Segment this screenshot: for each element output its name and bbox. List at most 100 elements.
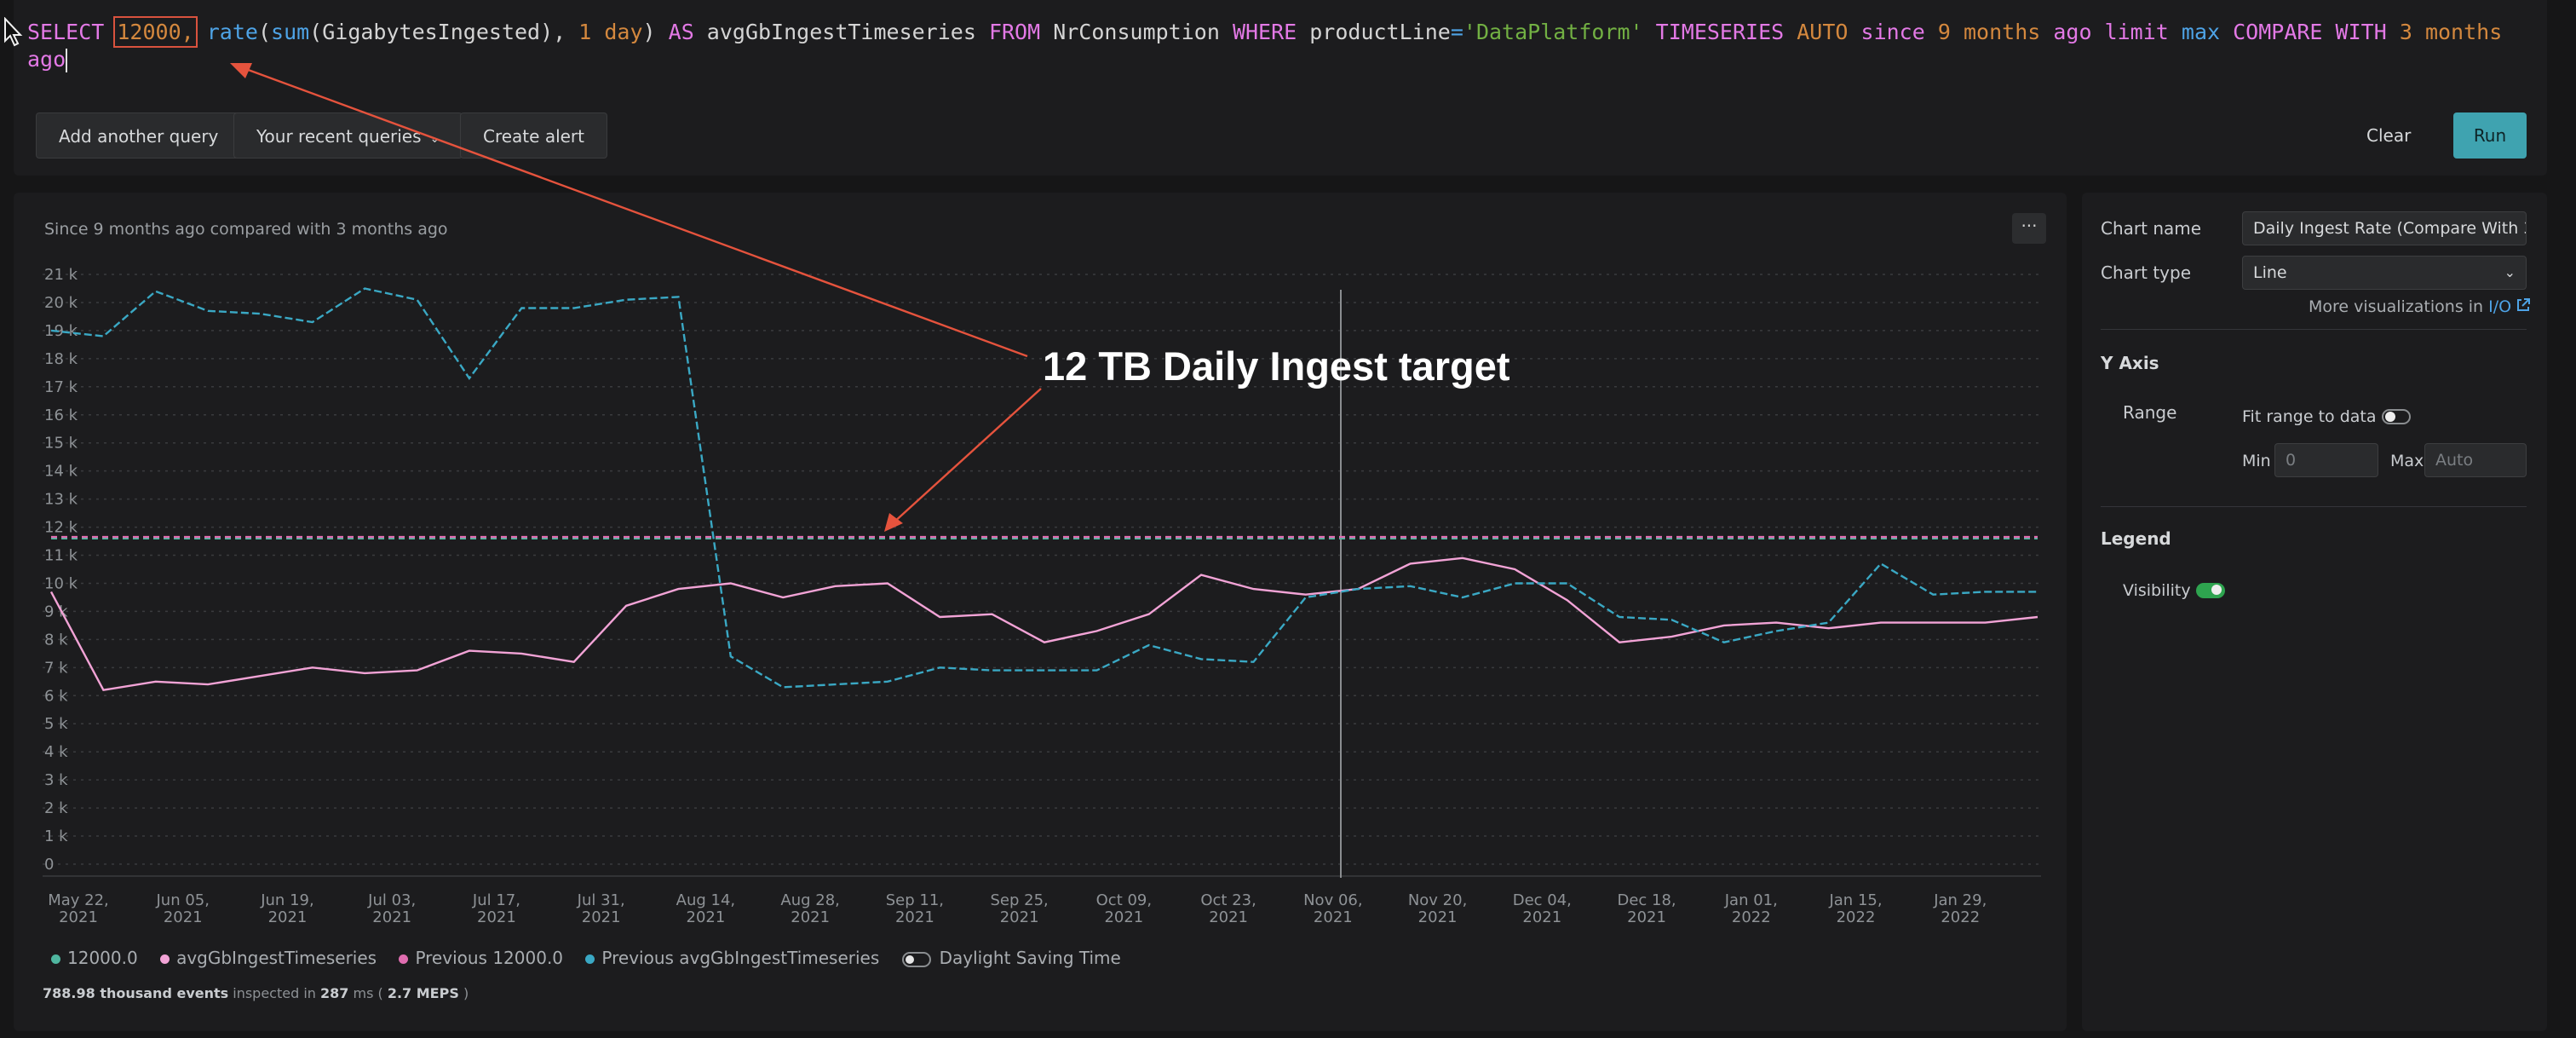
x-tick-label: Jul 17, [472, 891, 520, 909]
divider [2101, 329, 2527, 330]
x-tick-label: Dec 04, [1513, 891, 1572, 909]
events-ms: 287 [320, 985, 349, 1001]
dst-label: Daylight Saving Time [939, 948, 1121, 968]
x-tick-label: Dec 18, [1617, 891, 1676, 909]
x-tick-label-year: 2021 [1104, 908, 1143, 926]
events-inspected: 788.98 thousand events inspected in 287 … [43, 985, 469, 1001]
events-text: ) [458, 985, 469, 1001]
events-rate: 2.7 MEPS [387, 985, 459, 1001]
y-tick-label: 0 [44, 856, 54, 874]
max-label: Max [2390, 452, 2424, 470]
y-tick-label: 15 k [44, 435, 78, 453]
fit-range-toggle[interactable] [2382, 409, 2411, 424]
chart-legend: 12000.0 avgGbIngestTimeseries Previous 1… [51, 948, 1138, 968]
annotation-label: 12 TB Daily Ingest target [1043, 343, 1510, 389]
x-tick-label-year: 2021 [791, 908, 830, 926]
y-tick-label: 17 k [44, 378, 78, 396]
divider [2101, 506, 2527, 507]
chart-type-value: Line [2253, 263, 2287, 282]
dst-toggle[interactable] [901, 951, 931, 967]
y-tick-label: 1 k [44, 828, 68, 845]
x-tick-label-year: 2021 [687, 908, 726, 926]
more-visualizations-text: More visualizations in I/O [2309, 297, 2532, 316]
x-tick-label: Aug 14, [676, 891, 736, 909]
legend-label: Previous avgGbIngestTimeseries [601, 948, 880, 968]
x-tick-label-year: 2021 [1627, 908, 1666, 926]
x-tick-label-year: 2021 [1418, 908, 1458, 926]
chart-type-select[interactable]: Line ⌄ [2242, 256, 2527, 290]
legend-dot [399, 954, 409, 964]
events-text: ms ( [348, 985, 388, 1001]
x-tick-label: Nov 06, [1303, 891, 1362, 909]
chevron-down-icon: ⌄ [2504, 264, 2516, 280]
y-tick-label: 4 k [44, 743, 68, 761]
x-tick-label: Jan 01, [1724, 891, 1778, 909]
toggle-knob [2211, 585, 2222, 595]
legend-item[interactable]: Previous avgGbIngestTimeseries [585, 948, 879, 968]
toggle-knob [2385, 412, 2395, 422]
x-tick-label-year: 2021 [582, 908, 621, 926]
min-input[interactable]: 0 [2274, 443, 2378, 477]
x-tick-label: Jan 15, [1828, 891, 1882, 909]
x-tick-label: Aug 28, [780, 891, 840, 909]
x-tick-label: Jul 03, [367, 891, 416, 909]
x-tick-label: Nov 20, [1408, 891, 1467, 909]
legend-visibility-toggle[interactable] [2196, 583, 2225, 598]
y-tick-label: 20 k [44, 294, 78, 312]
y-tick-label: 12 k [44, 519, 78, 537]
annotation-arrow-target [892, 388, 1042, 524]
y-tick-label: 19 k [44, 322, 78, 340]
x-tick-label-year: 2021 [372, 908, 411, 926]
x-tick-label: Oct 23, [1200, 891, 1256, 909]
chart-type-label: Chart type [2101, 262, 2191, 283]
events-count: 788.98 thousand events [43, 985, 229, 1001]
legend-label: avgGbIngestTimeseries [176, 948, 377, 968]
legend-item[interactable]: 12000.0 [51, 948, 138, 968]
events-text: inspected in [228, 985, 321, 1001]
legend-label: Previous 12000.0 [415, 948, 564, 968]
visibility-label: Visibility [2123, 581, 2191, 600]
x-tick-label: May 22, [48, 891, 109, 909]
y-tick-label: 7 k [44, 659, 68, 677]
legend-heading: Legend [2101, 528, 2171, 549]
y-tick-label: 13 k [44, 491, 78, 509]
dst-toggle-item[interactable]: Daylight Saving Time [901, 948, 1121, 968]
legend-dot [160, 954, 170, 964]
external-link-icon[interactable] [2515, 297, 2532, 314]
y-tick-label: 10 k [44, 574, 78, 592]
x-tick-label-year: 2022 [1941, 908, 1980, 926]
x-tick-label-year: 2021 [1209, 908, 1248, 926]
chart-name-label: Chart name [2101, 218, 2202, 239]
x-tick-label-year: 2021 [1000, 908, 1039, 926]
more-viz-text: More visualizations in [2309, 297, 2489, 316]
x-tick-label-year: 2021 [895, 908, 934, 926]
x-tick-label: Sep 25, [990, 891, 1048, 909]
x-tick-label-year: 2021 [1314, 908, 1353, 926]
y-tick-label: 8 k [44, 631, 68, 649]
y-tick-label: 21 k [44, 266, 78, 284]
legend-dot [51, 954, 60, 964]
x-tick-label: Sep 11, [886, 891, 944, 909]
x-tick-label-year: 2021 [1522, 908, 1561, 926]
x-tick-label: Jun 05, [155, 891, 209, 909]
min-label: Min [2242, 452, 2271, 470]
y-axis-heading: Y Axis [2101, 353, 2159, 373]
x-tick-label-year: 2021 [164, 908, 203, 926]
range-label: Range [2123, 402, 2177, 423]
y-tick-label: 5 k [44, 715, 68, 733]
y-tick-label: 3 k [44, 771, 68, 789]
x-tick-label-year: 2021 [477, 908, 516, 926]
x-tick-label-year: 2021 [268, 908, 308, 926]
legend-item[interactable]: Previous 12000.0 [399, 948, 563, 968]
x-tick-label-year: 2022 [1837, 908, 1876, 926]
legend-label: 12000.0 [67, 948, 138, 968]
chart-name-input[interactable]: Daily Ingest Rate (Compare With 3 [2242, 211, 2527, 245]
y-tick-label: 6 k [44, 687, 68, 705]
y-tick-label: 2 k [44, 799, 68, 817]
annotation-arrow-query [243, 66, 1028, 358]
max-input[interactable]: Auto [2424, 443, 2527, 477]
x-tick-label: Jun 19, [260, 891, 313, 909]
x-tick-label-year: 2021 [59, 908, 98, 926]
io-link[interactable]: I/O [2488, 297, 2511, 316]
legend-item[interactable]: avgGbIngestTimeseries [160, 948, 377, 968]
